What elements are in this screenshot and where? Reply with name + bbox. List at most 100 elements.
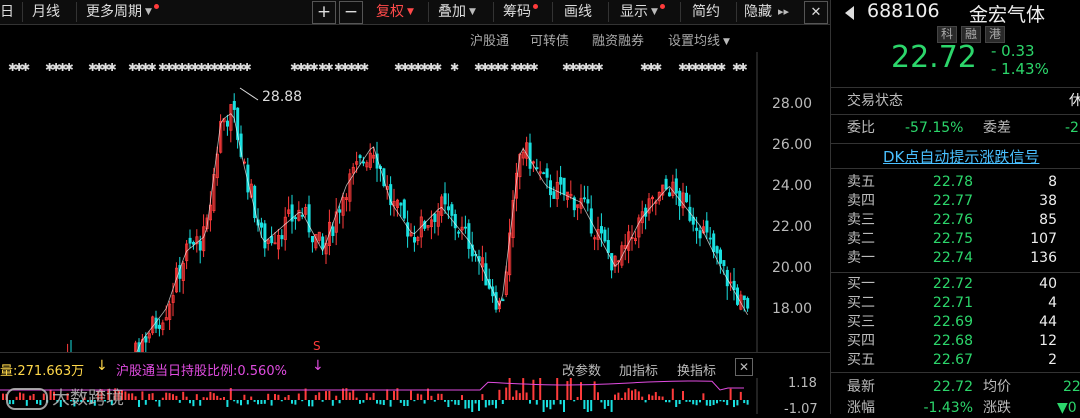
volume-bar <box>413 400 416 402</box>
ask-row[interactable]: 卖四 22.77 38 <box>831 192 1080 211</box>
volume-bar <box>311 400 314 407</box>
ask-volume: 8 <box>1048 174 1057 190</box>
volume-bar <box>624 392 627 400</box>
hide-button[interactable]: 隐藏 <box>744 0 772 24</box>
avg-label: 均价 <box>983 379 1011 395</box>
add-indicator-button[interactable]: 加指标 <box>619 360 658 379</box>
volume-bar <box>236 400 239 404</box>
period-day-button[interactable]: 日 <box>0 0 14 24</box>
candle-body <box>191 241 195 245</box>
red-dot-icon <box>533 4 538 9</box>
candle-body <box>559 177 563 185</box>
stock-code: 688106 <box>867 0 940 22</box>
candle-body <box>708 237 712 240</box>
volume-bar <box>131 393 134 400</box>
candle-body <box>259 222 263 228</box>
volume-bar <box>420 394 423 400</box>
volume-bar <box>501 400 504 405</box>
volume-bar <box>151 393 154 400</box>
quote-panel: 688106 金宏气体 科融港 22.72 - 0.33 - 1.43% 交易状… <box>830 0 1080 416</box>
volume-bar <box>583 400 586 410</box>
period-day-label: 日 <box>0 4 14 20</box>
volume-bar <box>549 400 552 410</box>
volume-bar <box>172 394 174 400</box>
volume-bar <box>161 397 164 400</box>
bid-row[interactable]: 买五 22.67 2 <box>831 351 1080 370</box>
volume-bar <box>338 400 341 404</box>
expand-icon[interactable]: ▸▸ <box>778 0 789 24</box>
close-indicator-button[interactable]: ✕ <box>735 358 753 376</box>
volume-bar <box>607 400 610 407</box>
candle-body <box>545 168 549 178</box>
volume-bar <box>614 394 616 400</box>
hgt-link[interactable]: 沪股通 <box>470 30 509 49</box>
ask-price: 22.75 <box>932 231 973 247</box>
toolbar-divider <box>76 2 77 22</box>
more-periods-button[interactable]: 更多周期 ▼ <box>86 0 159 24</box>
display-button[interactable]: 显示 ▼ <box>620 0 665 24</box>
volume-bar <box>280 400 283 402</box>
volume-bar <box>141 391 144 400</box>
overlay-button[interactable]: 叠加 ▼ <box>438 0 476 24</box>
prev-stock-arrow-icon[interactable] <box>845 6 854 20</box>
bid-row[interactable]: 买四 22.68 12 <box>831 332 1080 351</box>
ask-level-label: 卖四 <box>847 193 875 209</box>
volume-bar <box>223 397 225 400</box>
volume-bar <box>297 393 300 400</box>
zoom-out-button[interactable]: − <box>339 1 363 24</box>
ma-settings-link[interactable]: 设置均线 ▼ <box>668 30 730 49</box>
draw-line-button[interactable]: 画线 <box>564 0 592 24</box>
ask-level-label: 卖二 <box>847 231 875 247</box>
bid-row[interactable]: 买三 22.69 44 <box>831 313 1080 332</box>
candle-body <box>535 167 539 170</box>
volume-bar <box>719 400 722 402</box>
change-params-button[interactable]: 改参数 <box>562 360 601 379</box>
convertible-bond-link[interactable]: 可转债 <box>530 30 569 49</box>
ask-row[interactable]: 卖一 22.74 136 <box>831 249 1080 268</box>
volume-bar <box>535 400 538 405</box>
margin-trading-link[interactable]: 融资融券 <box>592 30 644 49</box>
volume-chart[interactable] <box>0 378 830 414</box>
weibi-value: -57.15% <box>905 120 964 136</box>
ask-row[interactable]: 卖五 22.78 8 <box>831 173 1080 192</box>
ask-price: 22.78 <box>932 174 973 190</box>
arrow-down-icon: ↓ <box>96 358 108 374</box>
bid-volume: 40 <box>1039 276 1057 292</box>
ask-row[interactable]: 卖三 22.76 85 <box>831 211 1080 230</box>
volume-bar <box>199 400 202 406</box>
dk-signal-link[interactable]: DK点自动提示涨跌信号 <box>883 146 1039 167</box>
toolbar-divider <box>552 2 553 22</box>
volume-bar <box>124 391 127 400</box>
chg2-value: ▼0 <box>1057 400 1077 416</box>
volume-bar <box>440 393 443 400</box>
chips-button[interactable]: 筹码 <box>503 0 538 24</box>
red-dot-icon <box>153 4 159 9</box>
volume-bar <box>597 392 599 400</box>
candlestick-chart[interactable]: 28.88 S <box>0 52 830 352</box>
simple-button[interactable]: 简约 <box>692 0 720 24</box>
bid-price: 22.72 <box>932 276 973 292</box>
volume-bar <box>355 397 358 400</box>
divider <box>831 143 1080 144</box>
candle-body <box>712 233 716 253</box>
volume-bar <box>185 396 188 400</box>
y-tick: 18.00 <box>772 301 813 317</box>
volume-bar <box>464 400 467 409</box>
candle-body <box>674 178 678 194</box>
adjust-price-button[interactable]: 复权 ▼ <box>376 0 414 24</box>
volume-bar <box>471 400 474 412</box>
close-chart-button[interactable]: ✕ <box>804 1 828 24</box>
zoom-in-button[interactable]: + <box>312 1 336 24</box>
volume-bar <box>294 400 297 405</box>
ask-row[interactable]: 卖二 22.75 107 <box>831 230 1080 249</box>
volume-bar <box>399 400 402 403</box>
volume-bar <box>688 400 691 402</box>
switch-indicator-button[interactable]: 换指标 <box>677 360 716 379</box>
candle-body <box>715 246 719 254</box>
period-month-label: 月线 <box>32 4 60 20</box>
bid-row[interactable]: 买二 22.71 4 <box>831 294 1080 313</box>
period-month-button[interactable]: 月线 <box>32 0 60 24</box>
ask-level-label: 卖三 <box>847 212 875 228</box>
candle-body <box>705 220 709 233</box>
bid-row[interactable]: 买一 22.72 40 <box>831 275 1080 294</box>
